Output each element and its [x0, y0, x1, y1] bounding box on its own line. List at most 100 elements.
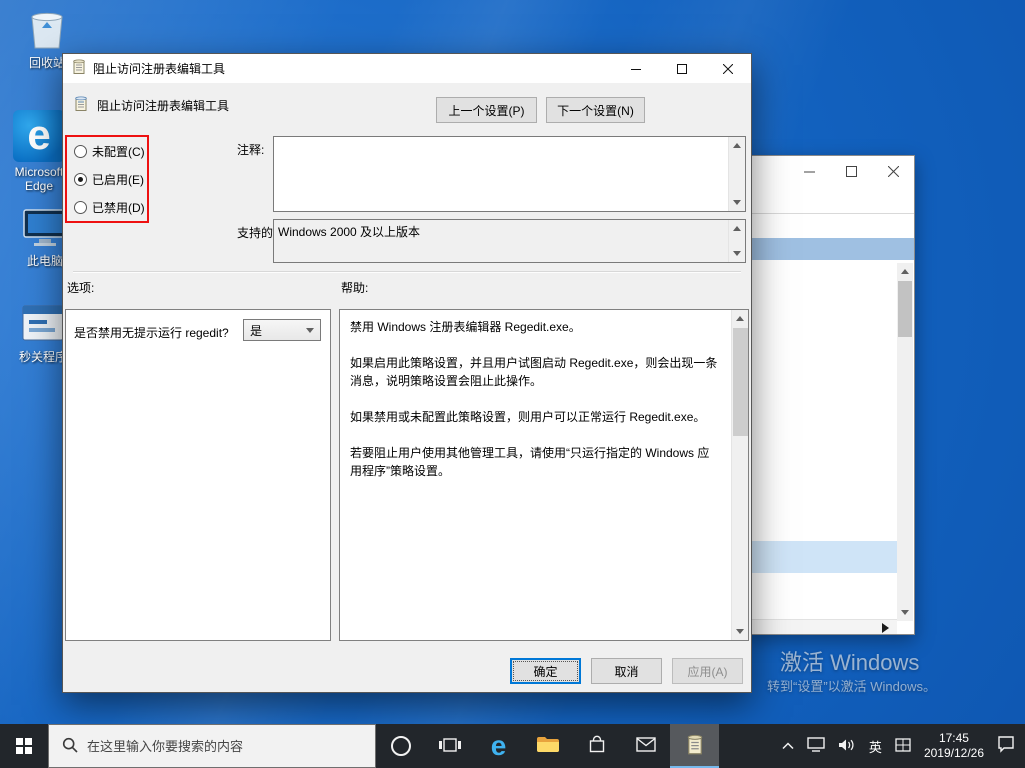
- radio-label: 已启用(E): [92, 171, 144, 188]
- radio-enabled[interactable]: 已启用(E): [74, 171, 144, 188]
- mail-button[interactable]: [621, 724, 670, 768]
- bg-vertical-scrollbar[interactable]: [897, 263, 913, 621]
- scroll-up-icon[interactable]: [729, 220, 745, 237]
- radio-label: 未配置(C): [92, 143, 145, 160]
- radio-circle-icon: [74, 201, 87, 214]
- help-panel: 禁用 Windows 注册表编辑器 Regedit.exe。 如果启用此策略设置…: [339, 309, 749, 641]
- taskbar-search[interactable]: [48, 724, 376, 768]
- scroll-up-icon[interactable]: [732, 310, 748, 327]
- maximize-button[interactable]: [659, 54, 705, 83]
- scrollbar-thumb[interactable]: [898, 281, 912, 337]
- app-window-icon: [21, 333, 65, 347]
- help-paragraph: 若要阻止用户使用其他管理工具，请使用“只运行指定的 Windows 应用程序”策…: [350, 444, 721, 480]
- minimize-button[interactable]: [613, 54, 659, 83]
- option-question: 是否禁用无提示运行 regedit?: [74, 324, 229, 341]
- cancel-button[interactable]: 取消: [591, 658, 662, 684]
- dropdown-selected-value: 是: [250, 322, 262, 339]
- scrollbar-thumb[interactable]: [733, 328, 748, 436]
- clock-date: 2019/12/26: [924, 746, 984, 761]
- watermark-line1: 激活 Windows: [780, 645, 1025, 677]
- gpedit-taskbar-button[interactable]: [670, 724, 719, 768]
- gpedit-main-window[interactable]: [745, 155, 915, 635]
- radio-disabled[interactable]: 已禁用(D): [74, 199, 145, 216]
- tray-expand-button[interactable]: [782, 739, 794, 753]
- gpedit-scroll-icon: [685, 734, 705, 759]
- previous-setting-button[interactable]: 上一个设置(P): [436, 97, 537, 123]
- scroll-down-icon[interactable]: [729, 194, 745, 211]
- policy-settings-dialog: 阻止访问注册表编辑工具: [62, 53, 752, 693]
- windows-logo-icon: [16, 738, 32, 754]
- radio-not-configured[interactable]: 未配置(C): [74, 143, 145, 160]
- task-view-button[interactable]: [425, 724, 474, 768]
- scroll-up-icon[interactable]: [729, 137, 745, 154]
- annotation-red-box: 未配置(C) 已启用(E) 已禁用(D): [65, 135, 149, 223]
- mail-icon: [636, 737, 656, 755]
- folder-icon: [536, 735, 560, 757]
- task-view-icon: [439, 737, 461, 756]
- bg-selected-row[interactable]: [746, 238, 914, 260]
- watermark-line2: 转到“设置”以激活 Windows。: [767, 676, 1025, 695]
- bg-horizontal-scrollbar[interactable]: [746, 619, 897, 634]
- bg-window-titlebar[interactable]: [746, 156, 914, 192]
- recycle-bin-icon: [27, 39, 67, 53]
- bg-window-toolbar: [746, 192, 914, 214]
- action-center-button[interactable]: [997, 736, 1015, 756]
- taskbar-clock[interactable]: 17:45 2019/12/26: [924, 731, 984, 761]
- policy-icon: [73, 96, 89, 115]
- file-explorer-button[interactable]: [523, 724, 572, 768]
- system-tray: 英 17:45 2019/12/26: [782, 724, 1025, 768]
- supported-on-text: Windows 2000 及以上版本: [278, 223, 723, 240]
- edge-icon: e: [491, 732, 507, 760]
- ok-button[interactable]: 确定: [510, 658, 581, 684]
- ime-indicator[interactable]: 英: [869, 737, 882, 756]
- supported-scrollbar[interactable]: [728, 220, 745, 262]
- help-paragraph: 如果启用此策略设置，并且用户试图启动 Regedit.exe，则会出现一条消息，…: [350, 354, 721, 390]
- comment-textarea[interactable]: [273, 136, 746, 212]
- scroll-down-icon[interactable]: [729, 245, 745, 262]
- search-input[interactable]: [87, 739, 357, 754]
- close-button[interactable]: [705, 54, 751, 83]
- help-text: 禁用 Windows 注册表编辑器 Regedit.exe。 如果启用此策略设置…: [340, 310, 731, 640]
- section-divider: [73, 271, 741, 273]
- help-scrollbar[interactable]: [731, 310, 748, 640]
- desktop: 回收站 e Microsoft Edge 此电脑 秒关程序: [0, 0, 1025, 768]
- bg-maximize-button[interactable]: [830, 156, 872, 186]
- apply-button: 应用(A): [672, 658, 743, 684]
- comment-scrollbar[interactable]: [728, 137, 745, 211]
- options-panel: 是否禁用无提示运行 regedit? 是: [65, 309, 331, 641]
- gpedit-scroll-icon: [71, 59, 87, 78]
- policy-name: 阻止访问注册表编辑工具: [97, 97, 229, 114]
- chevron-down-icon: [306, 328, 314, 333]
- radio-circle-icon: [74, 173, 87, 186]
- bg-highlight-row[interactable]: [746, 541, 898, 573]
- scroll-down-icon[interactable]: [897, 604, 913, 621]
- volume-icon[interactable]: [838, 738, 856, 755]
- scroll-up-icon[interactable]: [897, 263, 913, 280]
- start-button[interactable]: [0, 724, 48, 768]
- edge-icon: e: [13, 110, 65, 162]
- cortana-icon: [391, 736, 411, 756]
- bg-close-button[interactable]: [872, 156, 914, 186]
- supported-on-box: Windows 2000 及以上版本: [273, 219, 746, 263]
- scroll-down-icon[interactable]: [732, 623, 748, 640]
- help-label: 帮助:: [341, 279, 368, 296]
- store-button[interactable]: [572, 724, 621, 768]
- help-paragraph: 禁用 Windows 注册表编辑器 Regedit.exe。: [350, 318, 721, 336]
- touch-keyboard-icon[interactable]: [895, 738, 911, 755]
- radio-circle-icon: [74, 145, 87, 158]
- next-setting-button[interactable]: 下一个设置(N): [546, 97, 645, 123]
- comment-label: 注释:: [237, 141, 264, 158]
- dialog-titlebar[interactable]: 阻止访问注册表编辑工具: [63, 54, 751, 83]
- radio-label: 已禁用(D): [92, 199, 145, 216]
- search-icon: [62, 737, 78, 756]
- network-icon[interactable]: [807, 737, 825, 755]
- store-bag-icon: [587, 735, 607, 757]
- bg-minimize-button[interactable]: [788, 156, 830, 186]
- clock-time: 17:45: [924, 731, 984, 746]
- scroll-right-icon[interactable]: [882, 623, 889, 633]
- edge-taskbar-button[interactable]: e: [474, 724, 523, 768]
- taskbar: e: [0, 724, 1025, 768]
- cortana-button[interactable]: [376, 724, 425, 768]
- options-label: 选项:: [67, 279, 94, 296]
- regedit-silent-dropdown[interactable]: 是: [243, 319, 321, 341]
